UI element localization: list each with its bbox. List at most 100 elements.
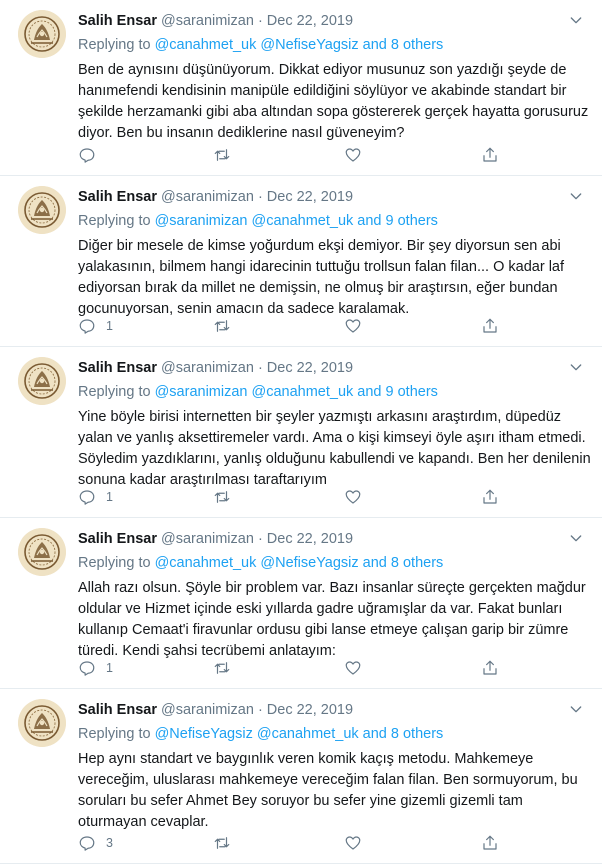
tweet-actions	[78, 145, 602, 165]
replying-to: Replying to @NefiseYagsiz @canahmet_uk a…	[78, 725, 443, 743]
share-icon	[483, 147, 497, 162]
retweet-button[interactable]	[213, 833, 231, 853]
avatar[interactable]	[18, 10, 66, 58]
reply-icon	[79, 319, 95, 334]
share-button[interactable]	[481, 487, 499, 507]
tweet-date[interactable]: Dec 22, 2019	[267, 189, 353, 205]
reply-button[interactable]: 1	[78, 487, 113, 507]
retweet-icon	[214, 662, 230, 674]
tweet-header: Salih Ensar @saranimizan · Dec 22, 2019	[78, 359, 562, 377]
tweet-text: Yine böyle birisi internetten bir şeyler…	[78, 409, 591, 488]
replying-to-link[interactable]: @canahmet_uk @NefiseYagsiz and 8 others	[155, 37, 444, 53]
replying-prefix: Replying to	[78, 384, 155, 400]
like-button[interactable]	[344, 487, 362, 507]
replying-to-link[interactable]: @saranimizan @canahmet_uk and 9 others	[155, 384, 438, 400]
tweet-actions: 1	[78, 658, 602, 678]
emblem-icon	[18, 528, 66, 576]
author-name[interactable]: Salih Ensar	[78, 360, 157, 376]
author-name[interactable]: Salih Ensar	[78, 189, 157, 205]
author-name[interactable]: Salih Ensar	[78, 13, 157, 29]
reply-icon	[79, 836, 95, 851]
avatar[interactable]	[18, 186, 66, 234]
replying-to: Replying to @canahmet_uk @NefiseYagsiz a…	[78, 554, 443, 572]
share-button[interactable]	[481, 658, 499, 678]
tweet-date[interactable]: Dec 22, 2019	[267, 531, 353, 547]
reply-count: 1	[106, 490, 113, 504]
tweet-actions: 1	[78, 487, 602, 507]
tweet-header: Salih Ensar @saranimizan · Dec 22, 2019	[78, 12, 562, 30]
emblem-icon	[18, 357, 66, 405]
like-button[interactable]	[344, 145, 362, 165]
reply-count: 1	[106, 319, 113, 333]
chevron-down-icon[interactable]	[568, 701, 584, 717]
replying-to-link[interactable]: @NefiseYagsiz @canahmet_uk and 8 others	[155, 726, 444, 742]
retweet-icon	[214, 491, 230, 503]
tweet[interactable]: Salih Ensar @saranimizan · Dec 22, 2019 …	[0, 347, 602, 518]
retweet-button[interactable]	[213, 658, 231, 678]
author-name[interactable]: Salih Ensar	[78, 702, 157, 718]
retweet-button[interactable]	[213, 316, 231, 336]
share-button[interactable]	[481, 145, 499, 165]
reply-button[interactable]	[78, 145, 106, 165]
emblem-icon	[18, 10, 66, 58]
heart-icon	[345, 836, 361, 850]
separator-dot: ·	[257, 360, 267, 376]
share-button[interactable]	[481, 316, 499, 336]
replying-prefix: Replying to	[78, 37, 155, 53]
replying-prefix: Replying to	[78, 213, 155, 229]
chevron-down-icon[interactable]	[568, 359, 584, 375]
tweet-text: Hep aynı standart ve baygınlık veren kom…	[78, 751, 578, 830]
tweet-date[interactable]: Dec 22, 2019	[267, 360, 353, 376]
like-button[interactable]	[344, 316, 362, 336]
tweet-header: Salih Ensar @saranimizan · Dec 22, 2019	[78, 701, 562, 719]
tweet-header: Salih Ensar @saranimizan · Dec 22, 2019	[78, 530, 562, 548]
separator-dot: ·	[257, 702, 267, 718]
tweet-text: Diğer bir mesele de kimse yoğurdum ekşi …	[78, 238, 565, 317]
replying-prefix: Replying to	[78, 726, 155, 742]
like-button[interactable]	[344, 833, 362, 853]
tweet-text: Ben de aynısını düşünüyorum. Dikkat ediy…	[78, 62, 589, 141]
chevron-down-icon[interactable]	[568, 530, 584, 546]
separator-dot: ·	[257, 189, 267, 205]
replying-to-link[interactable]: @saranimizan @canahmet_uk and 9 others	[155, 213, 438, 229]
reply-icon	[79, 661, 95, 676]
reply-count: 3	[106, 836, 113, 850]
avatar[interactable]	[18, 357, 66, 405]
replying-to-link[interactable]: @canahmet_uk @NefiseYagsiz and 8 others	[155, 555, 444, 571]
reply-count: 1	[106, 661, 113, 675]
tweet-date[interactable]: Dec 22, 2019	[267, 13, 353, 29]
retweet-button[interactable]	[213, 145, 231, 165]
avatar[interactable]	[18, 699, 66, 747]
share-icon	[483, 660, 497, 675]
author-handle[interactable]: @saranimizan	[161, 189, 254, 205]
retweet-icon	[214, 320, 230, 332]
share-button[interactable]	[481, 833, 499, 853]
chevron-down-icon[interactable]	[568, 188, 584, 204]
reply-button[interactable]: 3	[78, 833, 113, 853]
reply-icon	[79, 490, 95, 505]
emblem-icon	[18, 186, 66, 234]
retweet-button[interactable]	[213, 487, 231, 507]
reply-button[interactable]: 1	[78, 658, 113, 678]
tweet-date[interactable]: Dec 22, 2019	[267, 702, 353, 718]
author-handle[interactable]: @saranimizan	[161, 531, 254, 547]
like-button[interactable]	[344, 658, 362, 678]
emblem-icon	[18, 699, 66, 747]
heart-icon	[345, 319, 361, 333]
avatar[interactable]	[18, 528, 66, 576]
separator-dot: ·	[257, 531, 267, 547]
retweet-icon	[214, 837, 230, 849]
replying-to: Replying to @canahmet_uk @NefiseYagsiz a…	[78, 36, 443, 54]
tweet[interactable]: Salih Ensar @saranimizan · Dec 22, 2019 …	[0, 518, 602, 689]
tweet[interactable]: Salih Ensar @saranimizan · Dec 22, 2019 …	[0, 176, 602, 347]
author-handle[interactable]: @saranimizan	[161, 13, 254, 29]
share-icon	[483, 489, 497, 504]
author-handle[interactable]: @saranimizan	[161, 702, 254, 718]
tweet[interactable]: Salih Ensar @saranimizan · Dec 22, 2019 …	[0, 689, 602, 864]
tweet[interactable]: Salih Ensar @saranimizan · Dec 22, 2019 …	[0, 0, 602, 176]
author-handle[interactable]: @saranimizan	[161, 360, 254, 376]
chevron-down-icon[interactable]	[568, 12, 584, 28]
heart-icon	[345, 490, 361, 504]
author-name[interactable]: Salih Ensar	[78, 531, 157, 547]
reply-button[interactable]: 1	[78, 316, 113, 336]
